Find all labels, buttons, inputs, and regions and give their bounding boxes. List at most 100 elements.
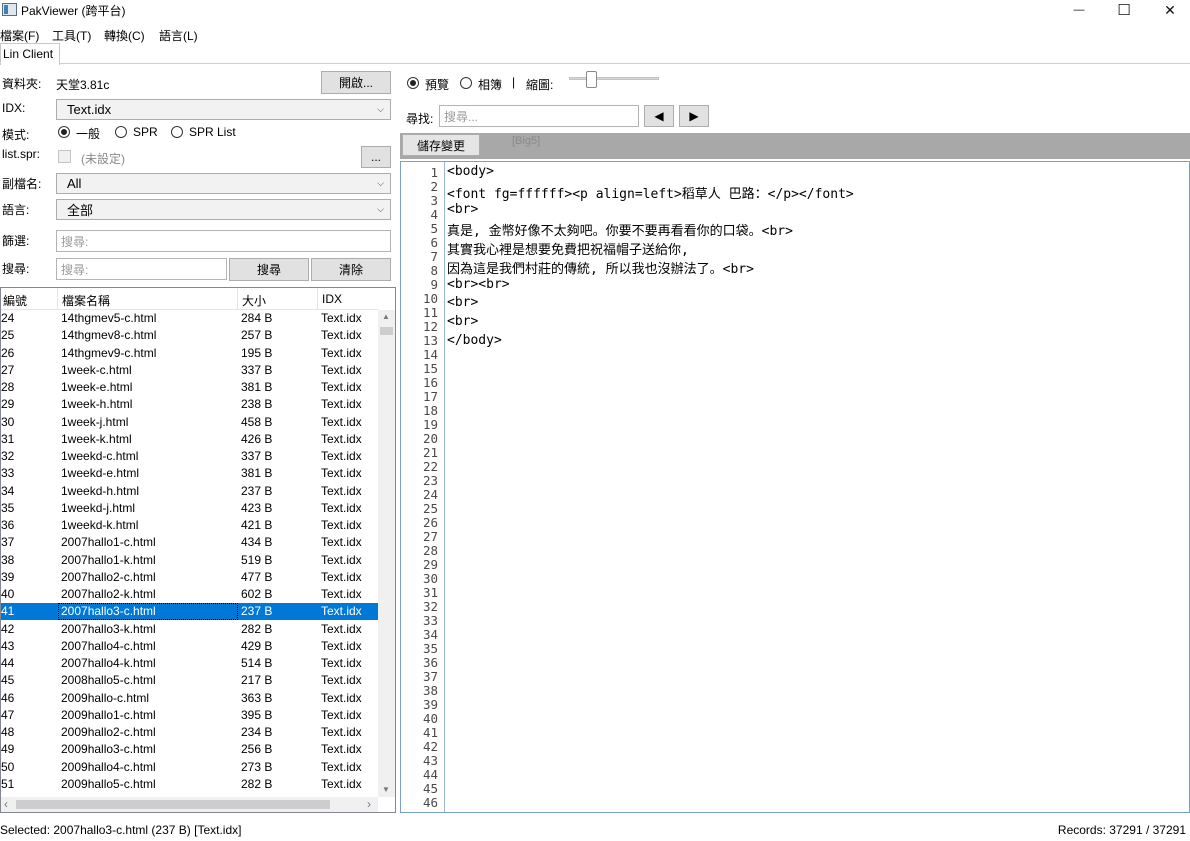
scroll-up-icon[interactable]: ▲ — [382, 312, 390, 321]
cell-id: 47 — [1, 707, 15, 722]
line-number: 41 — [422, 725, 438, 740]
view-album-radio[interactable] — [460, 77, 472, 89]
line-number: 5 — [430, 221, 438, 236]
mode-sprlist-radio[interactable] — [171, 126, 183, 138]
table-row[interactable]: 49 2009hallo3-c.html 256 B Text.idx — [1, 741, 378, 758]
table-row[interactable]: 25 14thgmev8-c.html 257 B Text.idx — [1, 327, 378, 344]
cell-size: 282 B — [241, 621, 273, 636]
code-line: 真是, 金幣好像不太夠吧。你要不要再看看你的口袋。<br> — [447, 224, 793, 240]
table-row[interactable]: 46 2009hallo-c.html 363 B Text.idx — [1, 690, 378, 707]
listspr-checkbox[interactable] — [58, 150, 71, 163]
scroll-down-icon[interactable]: ▼ — [382, 785, 390, 794]
cell-idx: Text.idx — [321, 742, 362, 757]
table-row[interactable]: 39 2007hallo2-c.html 477 B Text.idx — [1, 569, 378, 586]
open-folder-button[interactable]: 開啟... — [321, 71, 391, 94]
maximize-button[interactable]: ☐ — [1101, 0, 1147, 20]
zoom-slider[interactable] — [569, 77, 659, 80]
find-next-button[interactable]: ▶ — [679, 105, 709, 127]
table-row[interactable]: 45 2008hallo5-c.html 217 B Text.idx — [1, 672, 378, 689]
filter-input[interactable]: 搜尋: — [56, 230, 391, 252]
table-row[interactable]: 32 1weekd-c.html 337 B Text.idx — [1, 448, 378, 465]
table-row[interactable]: 47 2009hallo1-c.html 395 B Text.idx — [1, 707, 378, 724]
table-row[interactable]: 41 2007hallo3-c.html 237 B Text.idx — [1, 603, 378, 621]
view-preview-radio[interactable] — [407, 77, 419, 89]
table-row[interactable]: 44 2007hallo4-k.html 514 B Text.idx — [1, 655, 378, 672]
table-row[interactable]: 33 1weekd-e.html 381 B Text.idx — [1, 465, 378, 482]
table-row[interactable]: 34 1weekd-h.html 237 B Text.idx — [1, 483, 378, 500]
table-row[interactable]: 40 2007hallo2-k.html 602 B Text.idx — [1, 586, 378, 603]
find-input[interactable]: 搜尋... — [439, 105, 639, 127]
zoom-slider-thumb[interactable] — [586, 71, 598, 88]
listspr-browse-button[interactable]: ... — [361, 146, 391, 168]
cell-size: 423 B — [241, 500, 273, 515]
table-row[interactable]: 35 1weekd-j.html 423 B Text.idx — [1, 500, 378, 517]
table-row[interactable]: 26 14thgmev9-c.html 195 B Text.idx — [1, 345, 378, 362]
line-number: 4 — [430, 207, 438, 222]
line-number: 13 — [422, 333, 438, 348]
table-row[interactable]: 42 2007hallo3-k.html 282 B Text.idx — [1, 621, 378, 638]
column-header-id[interactable]: 編號 — [1, 288, 58, 310]
mode-normal-radio[interactable] — [58, 126, 70, 138]
code-line: 因為這是我們村莊的傳統, 所以我也沒辦法了。<br> — [447, 261, 754, 277]
find-prev-button[interactable]: ◀ — [644, 105, 674, 127]
table-row[interactable]: 36 1weekd-k.html 421 B Text.idx — [1, 517, 378, 534]
cell-name: 1weekd-e.html — [61, 466, 140, 481]
column-header-idx[interactable]: IDX — [318, 288, 378, 310]
cell-name: 2007hallo2-c.html — [61, 569, 156, 584]
cell-name: 2007hallo4-c.html — [61, 638, 156, 653]
table-row[interactable]: 50 2009hallo4-c.html 273 B Text.idx — [1, 759, 378, 776]
table-row[interactable]: 38 2007hallo1-k.html 519 B Text.idx — [1, 552, 378, 569]
cell-idx: Text.idx — [321, 759, 362, 774]
table-row[interactable]: 30 1week-j.html 458 B Text.idx — [1, 414, 378, 431]
ext-select[interactable]: All ⌵ — [56, 173, 391, 194]
file-list-table: 編號 檔案名稱 大小 IDX 24 14thgmev5-c.html 284 B Te… — [0, 287, 396, 813]
vertical-scroll-thumb[interactable] — [380, 327, 393, 335]
table-row[interactable]: 48 2009hallo2-c.html 234 B Text.idx — [1, 724, 378, 741]
table-row[interactable]: 27 1week-c.html 337 B Text.idx — [1, 362, 378, 379]
cell-name: 1week-k.html — [61, 431, 132, 446]
line-number: 23 — [422, 473, 438, 488]
search-input[interactable]: 搜尋: — [56, 258, 227, 280]
column-header-size[interactable]: 大小 — [238, 288, 318, 310]
cell-idx: Text.idx — [321, 414, 362, 429]
table-row[interactable]: 28 1week-e.html 381 B Text.idx — [1, 379, 378, 396]
table-row[interactable]: 24 14thgmev5-c.html 284 B Text.idx — [1, 310, 378, 327]
cell-id: 41 — [1, 604, 15, 619]
table-row[interactable]: 51 2009hallo5-c.html 282 B Text.idx — [1, 776, 378, 793]
table-row[interactable]: 31 1week-k.html 426 B Text.idx — [1, 431, 378, 448]
cell-idx: Text.idx — [321, 311, 362, 325]
lang-select[interactable]: 全部 ⌵ — [56, 199, 391, 220]
cell-name: 14thgmev5-c.html — [61, 311, 157, 325]
line-number: 44 — [422, 767, 438, 782]
line-number: 29 — [422, 557, 438, 572]
cell-id: 28 — [1, 380, 15, 394]
cell-id: 48 — [1, 725, 15, 739]
cell-size: 395 B — [241, 707, 273, 722]
horizontal-scrollbar[interactable]: ‹ › — [1, 797, 378, 812]
save-changes-button[interactable]: 儲存變更 — [402, 134, 480, 156]
vertical-scrollbar[interactable]: ▲ ▼ — [378, 310, 395, 797]
mode-spr-radio[interactable] — [115, 126, 127, 138]
table-row[interactable]: 29 1week-h.html 238 B Text.idx — [1, 396, 378, 413]
tab-lin-client[interactable]: Lin Client — [0, 43, 60, 65]
idx-select[interactable]: Text.idx ⌵ — [56, 99, 391, 120]
cell-name: 2009hallo3-c.html — [61, 742, 156, 757]
code-editor[interactable]: 1 2 3 4 5 6 7 8 9 10 11 12 13 14 15 16 17 18 19 20 21 22 23 24 2… — [400, 161, 1190, 813]
minimize-button[interactable]: — — [1056, 0, 1102, 20]
table-row[interactable]: 43 2007hallo4-c.html 429 B Text.idx — [1, 638, 378, 655]
clear-button[interactable]: 清除 — [311, 258, 391, 281]
chevron-down-icon: ⌵ — [377, 178, 384, 188]
search-button[interactable]: 搜尋 — [229, 258, 309, 281]
listspr-label: list.spr: — [2, 147, 41, 161]
cell-idx: Text.idx — [321, 500, 362, 515]
status-bar: Selected: 2007hallo3-c.html (237 B) [Tex… — [0, 818, 1190, 841]
arrow-left-icon: ◀ — [654, 109, 664, 123]
scroll-left-icon[interactable]: ‹ — [4, 797, 8, 811]
folder-label: 資料夾: — [2, 77, 42, 91]
table-row[interactable]: 37 2007hallo1-c.html 434 B Text.idx — [1, 534, 378, 551]
scroll-right-icon[interactable]: › — [367, 797, 371, 811]
column-header-name[interactable]: 檔案名稱 — [58, 288, 238, 310]
horizontal-scroll-thumb[interactable] — [16, 800, 330, 809]
close-button[interactable]: ✕ — [1147, 0, 1190, 20]
cell-idx: Text.idx — [321, 638, 362, 653]
